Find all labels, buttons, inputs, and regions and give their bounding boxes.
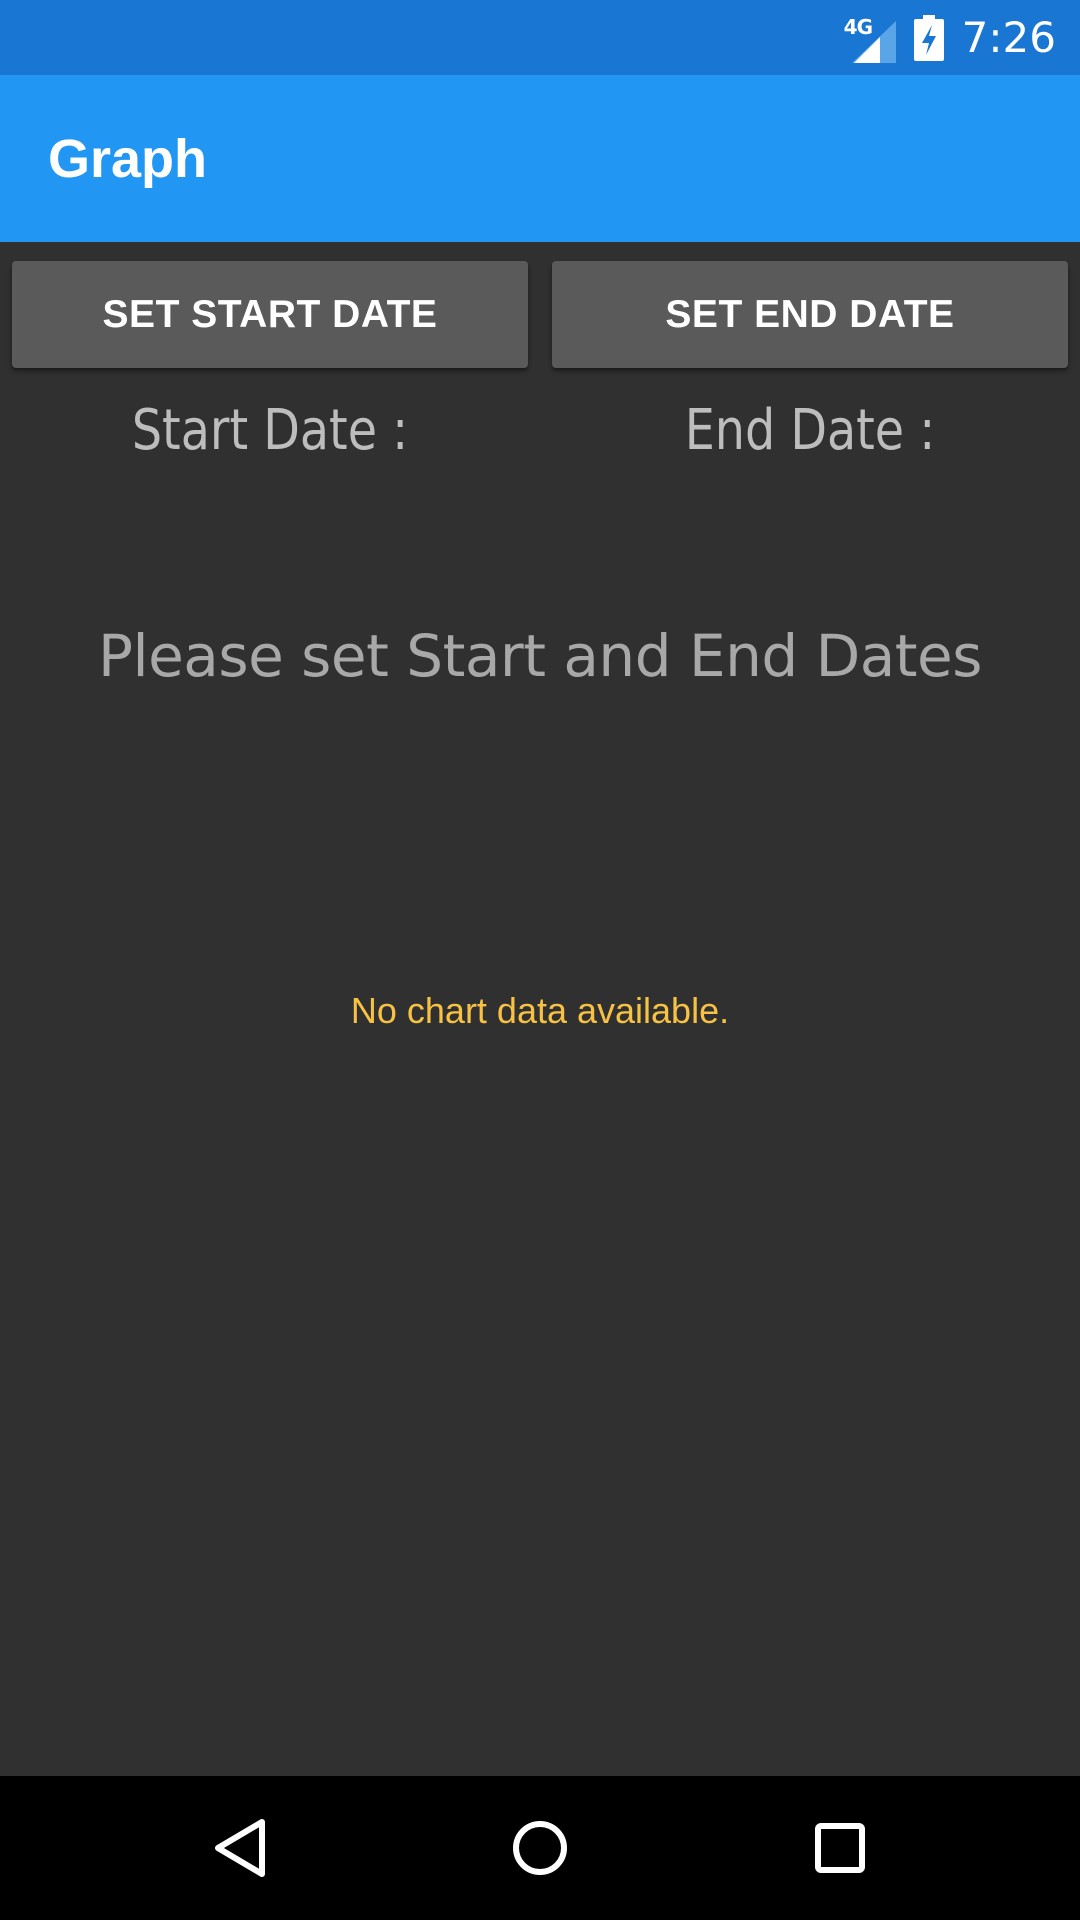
start-date-label: Start Date : (131, 398, 409, 463)
status-bar: 4G 7:26 (0, 0, 1080, 75)
chart-area (0, 720, 1080, 1780)
end-date-label: End Date : (684, 398, 936, 463)
app-bar: Graph (0, 75, 1080, 242)
signal-icon: 4G (844, 13, 896, 63)
page-title: Graph (48, 128, 208, 189)
recent-apps-icon[interactable] (750, 1776, 930, 1920)
home-icon[interactable] (450, 1776, 630, 1920)
set-dates-prompt: Please set Start and End Dates (98, 622, 982, 690)
set-start-date-button[interactable]: SET START DATE (12, 261, 528, 368)
clock: 7:26 (961, 13, 1056, 62)
back-icon[interactable] (150, 1776, 330, 1920)
battery-charging-icon (913, 14, 944, 61)
status-icons: 4G 7:26 (844, 0, 1056, 75)
set-end-date-button[interactable]: SET END DATE (552, 261, 1068, 368)
chart-empty-message: No chart data available. (350, 990, 730, 1031)
navigation-bar (0, 1776, 1080, 1920)
